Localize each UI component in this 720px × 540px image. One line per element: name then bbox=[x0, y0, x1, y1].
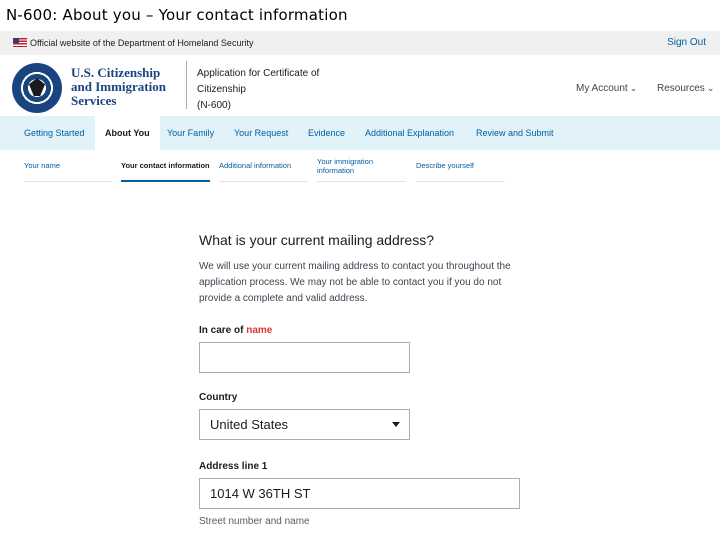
subnav-label: Additional information bbox=[219, 161, 292, 170]
official-website-text: Official website of the Department of Ho… bbox=[30, 38, 254, 48]
caret-down-icon bbox=[392, 422, 400, 427]
section-nav: Getting Started About You Your Family Yo… bbox=[0, 116, 720, 150]
slide-title: N-600: About you – Your contact informat… bbox=[6, 6, 348, 24]
nav-your-family[interactable]: Your Family bbox=[167, 116, 214, 150]
country-label: Country bbox=[199, 392, 238, 403]
resources-label: Resources bbox=[657, 83, 705, 94]
question-heading: What is your current mailing address? bbox=[199, 232, 434, 248]
dhs-seal-icon bbox=[12, 63, 62, 113]
question-description: We will use your current mailing address… bbox=[199, 261, 511, 304]
address-line-1-label: Address line 1 bbox=[199, 461, 268, 472]
app-title-line-3: (N-600) bbox=[197, 100, 231, 111]
resources-menu[interactable]: Resources ⌄ bbox=[657, 83, 714, 94]
country-selected-value: United States bbox=[210, 417, 289, 432]
subnav-your-name[interactable]: Your name bbox=[24, 150, 113, 182]
header-divider bbox=[186, 61, 187, 109]
subnav-label: Your name bbox=[24, 161, 60, 170]
nav-about-you[interactable]: About You bbox=[95, 116, 160, 150]
sign-out-link[interactable]: Sign Out bbox=[667, 37, 706, 48]
agency-line-2: and Immigration bbox=[71, 79, 166, 94]
in-care-of-label-text: In care of bbox=[199, 325, 244, 336]
subnav-describe-yourself[interactable]: Describe yourself bbox=[416, 150, 505, 182]
application-title: Application for Certificate of Citizensh… bbox=[197, 66, 319, 114]
in-care-of-input[interactable] bbox=[199, 342, 410, 373]
in-care-of-label: In care of name bbox=[199, 325, 272, 336]
chevron-down-icon: ⌄ bbox=[706, 83, 715, 93]
agency-line-1: U.S. Citizenship bbox=[71, 65, 161, 80]
address-line-1-hint: Street number and name bbox=[199, 516, 310, 527]
nav-your-request[interactable]: Your Request bbox=[234, 116, 288, 150]
address-line-1-input[interactable]: 1014 W 36TH ST bbox=[199, 478, 520, 509]
nav-additional-explanation[interactable]: Additional Explanation bbox=[365, 116, 454, 150]
subnav-label: Describe yourself bbox=[416, 161, 474, 170]
country-select[interactable]: United States bbox=[199, 409, 410, 440]
subnav-your-contact-information[interactable]: Your contact information bbox=[121, 150, 210, 182]
subsection-nav: Your name Your contact information Addit… bbox=[0, 150, 720, 184]
subnav-additional-information[interactable]: Additional information bbox=[219, 150, 308, 182]
agency-logo-text[interactable]: U.S. Citizenship and Immigration Service… bbox=[71, 66, 166, 108]
chevron-down-icon: ⌄ bbox=[629, 83, 638, 93]
app-title-line-1: Application for Certificate of bbox=[197, 68, 320, 79]
nav-getting-started[interactable]: Getting Started bbox=[24, 116, 85, 150]
my-account-menu[interactable]: My Account ⌄ bbox=[576, 83, 637, 94]
subnav-your-immigration-information[interactable]: Your immigration information bbox=[317, 150, 406, 182]
app-title-line-2: Citizenship bbox=[197, 84, 246, 95]
nav-review-and-submit[interactable]: Review and Submit bbox=[476, 116, 554, 150]
us-flag-icon bbox=[13, 38, 27, 47]
agency-line-3: Services bbox=[71, 93, 117, 108]
site-header: U.S. Citizenship and Immigration Service… bbox=[0, 55, 720, 116]
subnav-label: Your immigration information bbox=[317, 156, 373, 175]
nav-evidence[interactable]: Evidence bbox=[308, 116, 345, 150]
gov-banner: Official website of the Department of Ho… bbox=[0, 31, 720, 55]
required-name-text: name bbox=[246, 325, 273, 336]
my-account-label: My Account bbox=[576, 83, 628, 94]
subnav-label: Your contact information bbox=[121, 160, 210, 170]
